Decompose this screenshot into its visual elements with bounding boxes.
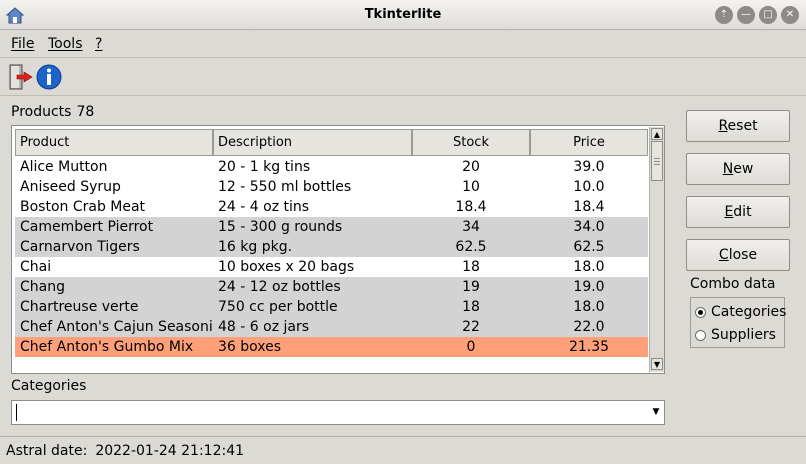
cell-description: 12 - 550 ml bottles <box>218 179 352 195</box>
radio-suppliers[interactable]: Suppliers <box>695 324 776 346</box>
table-row[interactable]: Camembert Pierrot 15 - 300 g rounds 34 34.0 <box>15 217 648 237</box>
table-row[interactable]: Boston Crab Meat 24 - 4 oz tins 18.4 18.4 <box>15 197 648 217</box>
cell-price: 18.0 <box>573 259 605 275</box>
cell-description: 15 - 300 g rounds <box>218 219 343 235</box>
status-bar: Astral date: 2022-01-24 21:12:41 <box>0 436 806 464</box>
new-button[interactable]: New <box>686 153 790 185</box>
cell-price: 22.0 <box>573 319 605 335</box>
cell-stock: 18.4 <box>455 199 487 215</box>
column-header-stock[interactable]: Stock <box>412 129 530 156</box>
radio-unselected-icon[interactable] <box>695 329 706 341</box>
cell-price: 19.0 <box>573 279 605 295</box>
chevron-down-icon[interactable]: ▼ <box>650 403 662 422</box>
window-shade-button[interactable]: ⇡ <box>715 6 733 24</box>
cell-product: Aniseed Syrup <box>20 179 121 195</box>
status-datetime: 2022-01-24 21:12:41 <box>95 443 245 459</box>
radio-selected-icon[interactable] <box>695 306 706 318</box>
cell-price: 21.35 <box>568 339 610 355</box>
table-row[interactable]: Carnarvon Tigers 16 kg pkg. 62.5 62.5 <box>15 237 648 257</box>
cell-description: 10 boxes x 20 bags <box>218 259 355 275</box>
cell-product: Chef Anton's Cajun Seasoning <box>20 319 212 335</box>
cell-product: Chang <box>20 279 65 295</box>
cell-price: 10.0 <box>573 179 605 195</box>
scroll-thumb[interactable] <box>651 141 663 181</box>
categories-combobox[interactable]: ▼ <box>11 400 665 425</box>
table-row[interactable]: Chef Anton's Cajun Seasoning 48 - 6 oz ja… <box>15 317 648 337</box>
cell-stock: 0 <box>466 339 476 355</box>
categories-label: Categories <box>11 378 87 394</box>
close-button[interactable]: Close <box>686 239 790 271</box>
cell-stock: 34 <box>462 219 480 235</box>
column-header-product[interactable]: Product <box>15 129 213 156</box>
scroll-up-icon[interactable]: ▲ <box>651 128 663 140</box>
table-vertical-scrollbar[interactable]: ▲ ▼ <box>649 127 664 372</box>
window-close-button[interactable]: ✕ <box>781 6 799 24</box>
combo-data-group: Categories Suppliers <box>690 297 786 348</box>
edit-button[interactable]: Edit <box>686 196 790 228</box>
menu-tools[interactable]: Tools <box>48 36 83 52</box>
scroll-down-icon[interactable]: ▼ <box>651 358 663 370</box>
table-row[interactable]: Chef Anton's Gumbo Mix 36 boxes 0 21.35 <box>15 337 648 357</box>
cell-product: Boston Crab Meat <box>20 199 146 215</box>
menu-help[interactable]: ? <box>95 36 102 52</box>
window-title: Tkinterlite <box>364 7 442 22</box>
table-row[interactable]: Alice Mutton 20 - 1 kg tins 20 39.0 <box>15 157 648 177</box>
cell-description: 36 boxes <box>218 339 282 355</box>
cell-stock: 10 <box>462 179 480 195</box>
products-table[interactable]: Product Description Stock Price Alice Mu… <box>11 125 665 374</box>
cell-stock: 62.5 <box>455 239 487 255</box>
status-label: Astral date: <box>6 443 88 459</box>
cell-description: 16 kg pkg. <box>218 239 293 255</box>
cell-stock: 20 <box>462 159 480 175</box>
cell-description: 24 - 12 oz bottles <box>218 279 341 295</box>
window-maximize-button[interactable]: □ <box>759 6 777 24</box>
info-icon[interactable] <box>35 62 63 92</box>
title-bar: Tkinterlite ⇡ — □ ✕ <box>0 0 806 30</box>
products-label: Products 78 <box>11 104 95 120</box>
cell-product: Alice Mutton <box>20 159 108 175</box>
exit-door-icon[interactable] <box>6 62 34 92</box>
table-row[interactable]: Chai 10 boxes x 20 bags 18 18.0 <box>15 257 648 277</box>
combo-data-label: Combo data <box>690 276 776 292</box>
categories-input[interactable] <box>14 403 644 422</box>
cell-price: 18.4 <box>573 199 605 215</box>
cell-stock: 19 <box>462 279 480 295</box>
reset-button[interactable]: Reset <box>686 110 790 142</box>
cell-price: 39.0 <box>573 159 605 175</box>
menu-bar: File Tools ? <box>0 31 806 58</box>
cell-price: 34.0 <box>573 219 605 235</box>
cell-stock: 22 <box>462 319 480 335</box>
cell-price: 62.5 <box>573 239 605 255</box>
column-header-price[interactable]: Price <box>530 129 648 156</box>
table-row[interactable]: Chang 24 - 12 oz bottles 19 19.0 <box>15 277 648 297</box>
window-minimize-button[interactable]: — <box>737 6 755 24</box>
cell-product: Chartreuse verte <box>20 299 139 315</box>
cell-description: 750 cc per bottle <box>218 299 338 315</box>
radio-categories[interactable]: Categories <box>695 301 786 323</box>
cell-description: 24 - 4 oz tins <box>218 199 310 215</box>
products-count: 78 <box>76 104 95 120</box>
toolbar <box>0 58 806 96</box>
cell-product: Chai <box>20 259 52 275</box>
cell-stock: 18 <box>462 299 480 315</box>
cell-stock: 18 <box>462 259 480 275</box>
cell-description: 48 - 6 oz jars <box>218 319 310 335</box>
text-cursor <box>16 404 17 421</box>
cell-price: 18.0 <box>573 299 605 315</box>
cell-product: Carnarvon Tigers <box>20 239 140 255</box>
table-body: Alice Mutton 20 - 1 kg tins 20 39.0 Aniseed … <box>15 157 648 357</box>
cell-description: 20 - 1 kg tins <box>218 159 311 175</box>
cell-product: Chef Anton's Gumbo Mix <box>20 339 194 355</box>
table-row[interactable]: Aniseed Syrup 12 - 550 ml bottles 10 10.0 <box>15 177 648 197</box>
table-row[interactable]: Chartreuse verte 750 cc per bottle 18 18.0 <box>15 297 648 317</box>
menu-file[interactable]: File <box>11 36 34 52</box>
table-header: Product Description Stock Price <box>15 129 648 157</box>
cell-product: Camembert Pierrot <box>20 219 154 235</box>
column-header-description[interactable]: Description <box>213 129 412 156</box>
